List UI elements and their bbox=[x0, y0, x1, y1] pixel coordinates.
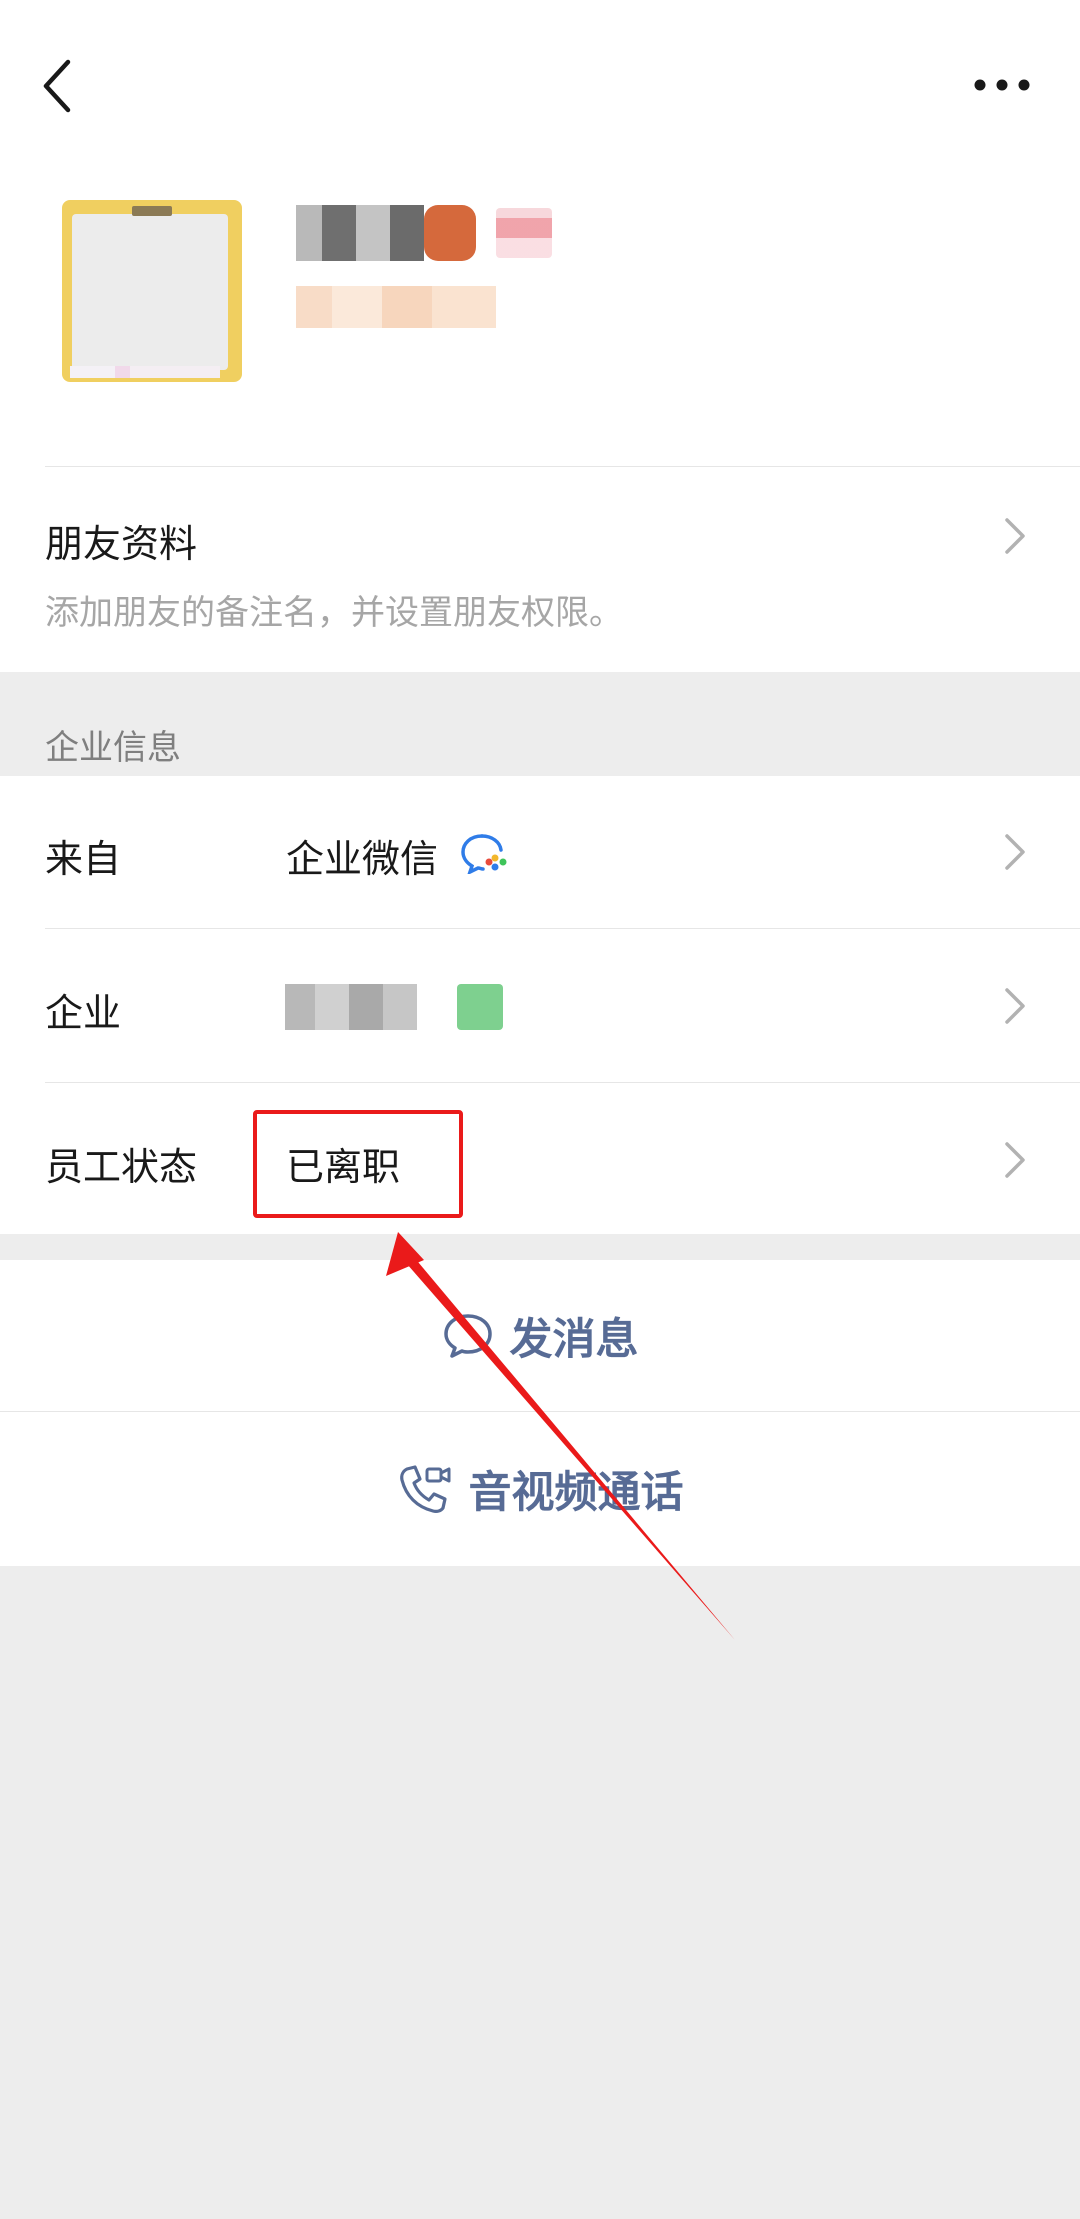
back-arrow-icon[interactable] bbox=[38, 58, 82, 114]
section-label-enterprise: 企业信息 bbox=[45, 728, 181, 768]
status-highlight-box bbox=[253, 1110, 463, 1218]
friend-profile-row[interactable]: 朋友资料 添加朋友的备注名，并设置朋友权限。 bbox=[0, 467, 1080, 672]
avatar-image bbox=[72, 214, 228, 370]
chevron-right-icon bbox=[1005, 518, 1025, 554]
from-row[interactable] bbox=[0, 776, 1080, 928]
voice-video-call-button[interactable]: 音视频通话 bbox=[0, 1413, 1080, 1565]
phone-video-icon bbox=[399, 1465, 450, 1513]
from-label: 来自 bbox=[45, 837, 122, 881]
company-name-blurred bbox=[285, 984, 507, 1030]
avatar[interactable] bbox=[62, 200, 242, 382]
contact-subtitle-blurred bbox=[296, 286, 496, 328]
more-icon[interactable] bbox=[972, 72, 1032, 98]
company-row[interactable] bbox=[0, 929, 1080, 1082]
chat-bubble-icon bbox=[443, 1314, 492, 1358]
chevron-right-icon bbox=[1005, 1142, 1025, 1178]
avatar-decoration bbox=[132, 206, 172, 216]
chevron-right-icon bbox=[1005, 834, 1025, 870]
company-label: 企业 bbox=[45, 991, 122, 1035]
divider bbox=[0, 1411, 1080, 1412]
gender-icon-blurred bbox=[496, 208, 552, 258]
wecom-icon bbox=[461, 834, 507, 874]
voice-video-call-label: 音视频通话 bbox=[468, 1468, 684, 1518]
chevron-right-icon bbox=[1005, 988, 1025, 1024]
employee-status-label: 员工状态 bbox=[45, 1145, 198, 1189]
send-message-button[interactable]: 发消息 bbox=[0, 1262, 1080, 1410]
contact-name-blurred bbox=[296, 205, 476, 261]
friend-profile-subtitle: 添加朋友的备注名，并设置朋友权限。 bbox=[45, 593, 623, 633]
avatar-decoration bbox=[70, 366, 220, 378]
send-message-label: 发消息 bbox=[509, 1315, 639, 1365]
friend-profile-title: 朋友资料 bbox=[45, 522, 198, 566]
from-value: 企业微信 bbox=[286, 837, 439, 881]
